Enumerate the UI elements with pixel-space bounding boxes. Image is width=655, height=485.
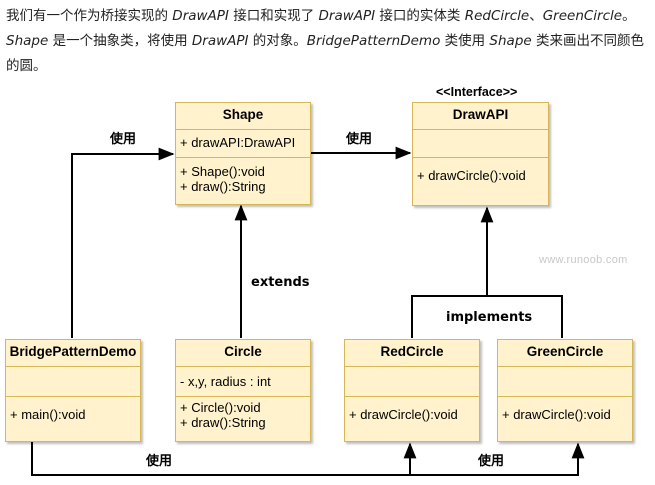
class-fields [6, 367, 140, 397]
intro-text: 的对象。 [248, 33, 307, 49]
intro-text: 接口的实体类 [375, 8, 465, 24]
class-name: RedCircle [345, 340, 479, 367]
intro-term: DrawAPI [318, 8, 376, 24]
method: + draw():String [180, 179, 266, 194]
stereotype-label: <<Interface>> [436, 85, 518, 99]
intro-text: 。 [622, 8, 636, 24]
class-bridgepatterndemo: BridgePatternDemo + main():void [5, 339, 141, 442]
edge-label-extends: extends [251, 275, 310, 290]
class-name: DrawAPI [413, 103, 548, 130]
intro-paragraph: 我们有一个作为桥接实现的 DrawAPI 接口和实现了 DrawAPI 接口的实… [6, 4, 650, 79]
method: + drawCircle():void [349, 407, 458, 422]
class-methods: + drawCircle():void [345, 397, 479, 425]
intro-term: RedCircle [464, 8, 530, 24]
method: + main():void [10, 407, 86, 422]
class-methods: + Shape():void + draw():String [176, 158, 310, 197]
class-greencircle: GreenCircle + drawCircle():void [497, 339, 633, 442]
intro-text: 、 [529, 8, 543, 24]
field: - x,y, radius : int [180, 374, 271, 389]
uml-diagram: Shape + drawAPI:DrawAPI + Shape():void +… [0, 80, 655, 485]
class-name: Shape [176, 103, 310, 130]
intro-text: 接口和实现了 [228, 8, 319, 24]
intro-term: GreenCircle [542, 8, 623, 24]
field: + drawAPI:DrawAPI [180, 135, 296, 150]
intro-term: DrawAPI [191, 33, 249, 49]
class-fields [498, 367, 632, 397]
intro-text: 是一个抽象类，将使用 [48, 33, 192, 49]
edge-label-use: 使用 [110, 132, 137, 147]
intro-term: Shape [6, 33, 49, 49]
class-methods: + Circle():void + draw():String [176, 397, 310, 433]
intro-text: 我们有一个作为桥接实现的 [6, 8, 173, 24]
class-name: Circle [176, 340, 310, 367]
edge-label-use: 使用 [346, 132, 373, 147]
watermark: www.runoob.com [539, 254, 628, 266]
edge-label-implements: implements [446, 310, 533, 325]
edge-label-use: 使用 [478, 454, 505, 469]
class-drawapi: DrawAPI + drawCircle():void [412, 102, 549, 206]
class-name: BridgePatternDemo [6, 340, 140, 367]
class-methods: + main():void [6, 397, 140, 425]
method: + drawCircle():void [502, 407, 611, 422]
class-circle: Circle - x,y, radius : int + Circle():vo… [175, 339, 311, 442]
intro-term: Shape [489, 33, 532, 49]
uses-shape-edge [71, 147, 175, 338]
intro-term: DrawAPI [172, 8, 229, 24]
class-fields [345, 367, 479, 397]
method: + drawCircle():void [417, 168, 526, 183]
method: + Circle():void [180, 400, 261, 415]
class-fields: - x,y, radius : int [176, 367, 310, 397]
class-fields [413, 130, 548, 158]
intro-text: 类使用 [440, 33, 490, 49]
edge-label-use: 使用 [146, 454, 173, 469]
class-fields: + drawAPI:DrawAPI [176, 130, 310, 158]
class-methods: + drawCircle():void [413, 158, 548, 186]
class-redcircle: RedCircle + drawCircle():void [344, 339, 480, 442]
method: + draw():String [180, 415, 266, 430]
method: + Shape():void [180, 164, 265, 179]
class-methods: + drawCircle():void [498, 397, 632, 425]
class-shape: Shape + drawAPI:DrawAPI + Shape():void +… [175, 102, 311, 205]
class-name: GreenCircle [498, 340, 632, 367]
intro-term: BridgePatternDemo [306, 33, 441, 49]
